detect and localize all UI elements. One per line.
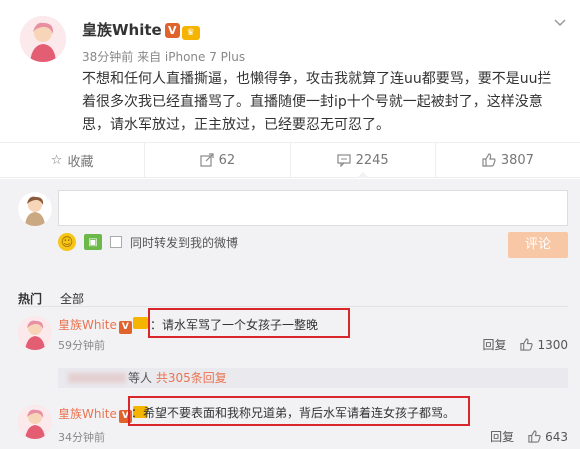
avatar-illustration-icon — [18, 316, 52, 350]
comment-icon — [336, 153, 351, 167]
repost-count: 62 — [218, 152, 236, 168]
composer-toolbar: ☺ ▣ 同时转发到我的微博 — [58, 232, 238, 252]
tab-all[interactable]: 全部 — [60, 290, 84, 307]
comment-like-count: 643 — [545, 429, 568, 444]
image-icon[interactable]: ▣ — [84, 234, 102, 250]
like-button[interactable]: 3807 — [436, 143, 580, 177]
post-username[interactable]: 皇族White V ♛ — [82, 19, 200, 40]
comment-time: 59分钟前 — [58, 339, 105, 352]
comment-actions: 回复 643 — [490, 428, 568, 445]
post-username-text[interactable]: 皇族White — [82, 21, 162, 39]
comment-like-count: 1300 — [537, 337, 568, 352]
comment-text: ：请水军骂了一个女孩子一整晚 — [150, 318, 319, 332]
reply-button[interactable]: 回复 — [490, 428, 514, 445]
avatar[interactable] — [18, 405, 52, 439]
avatar-illustration-icon — [20, 16, 66, 62]
crown-icon — [132, 317, 148, 329]
emoji-icon[interactable]: ☺ — [58, 233, 76, 251]
sync-repost-label: 同时转发到我的微博 — [130, 235, 239, 250]
repost-button[interactable]: 62 — [145, 143, 291, 177]
avatar-illustration-icon — [18, 192, 52, 226]
comment-author[interactable]: 皇族White V — [58, 316, 148, 334]
repost-icon — [199, 153, 214, 167]
comment-tabs: 热门 全部 — [18, 290, 84, 307]
like-count: 3807 — [500, 152, 534, 168]
post-action-bar: ☆ 收藏 62 2245 3807 — [0, 142, 580, 178]
post-text: 不想和任何人直播撕逼，也懒得争，攻击我就算了连uu都要骂，要不是uu拦着很多次我… — [82, 71, 552, 133]
thumbs-up-icon — [528, 430, 541, 443]
favorite-button[interactable]: ☆ 收藏 — [0, 143, 146, 177]
favorite-label: 收藏 — [67, 154, 94, 170]
blurred-names — [68, 373, 126, 383]
avatar[interactable] — [18, 316, 52, 350]
star-icon: ☆ — [50, 152, 63, 168]
chevron-down-icon[interactable] — [554, 16, 566, 30]
comment-author-name[interactable]: 皇族White — [58, 318, 117, 332]
comment-text: ：希望不要表面和我称兄道弟，背后水军请着连女孩子都骂。 — [131, 406, 456, 420]
comment-input[interactable] — [58, 190, 568, 226]
verified-badge-icon: V — [118, 321, 132, 334]
comment-button[interactable]: 2245 — [291, 143, 436, 178]
submit-comment-button[interactable]: 评论 — [508, 232, 568, 258]
more-replies-bar[interactable]: 等人 共305条回复 — [58, 368, 568, 388]
current-user-avatar[interactable] — [18, 192, 52, 226]
reply-button[interactable]: 回复 — [482, 336, 506, 353]
crown-icon: ♛ — [181, 26, 200, 40]
comment-actions: 回复 1300 — [482, 336, 568, 353]
more-replies-link[interactable]: 共305条回复 — [156, 371, 227, 385]
comment-count: 2245 — [355, 152, 389, 168]
comment-author-name[interactable]: 皇族White — [58, 407, 117, 421]
avatar[interactable] — [20, 16, 66, 62]
divider — [18, 306, 568, 307]
comment-time: 34分钟前 — [58, 431, 105, 444]
tab-hot[interactable]: 热门 — [18, 290, 42, 307]
comment-like-button[interactable]: 643 — [528, 430, 568, 444]
more-replies-suffix: 等人 — [128, 371, 153, 385]
comment-like-button[interactable]: 1300 — [520, 338, 568, 352]
thumbs-up-icon — [482, 153, 496, 167]
thumbs-up-icon — [520, 338, 534, 351]
verified-badge-icon: V — [164, 23, 180, 38]
post-meta: 38分钟前 来自 iPhone 7 Plus — [82, 50, 246, 64]
sync-repost-checkbox[interactable] — [110, 236, 122, 248]
avatar-illustration-icon — [18, 405, 52, 439]
weibo-post: 皇族White V ♛ 38分钟前 来自 iPhone 7 Plus 不想和任何人直… — [0, 0, 580, 140]
